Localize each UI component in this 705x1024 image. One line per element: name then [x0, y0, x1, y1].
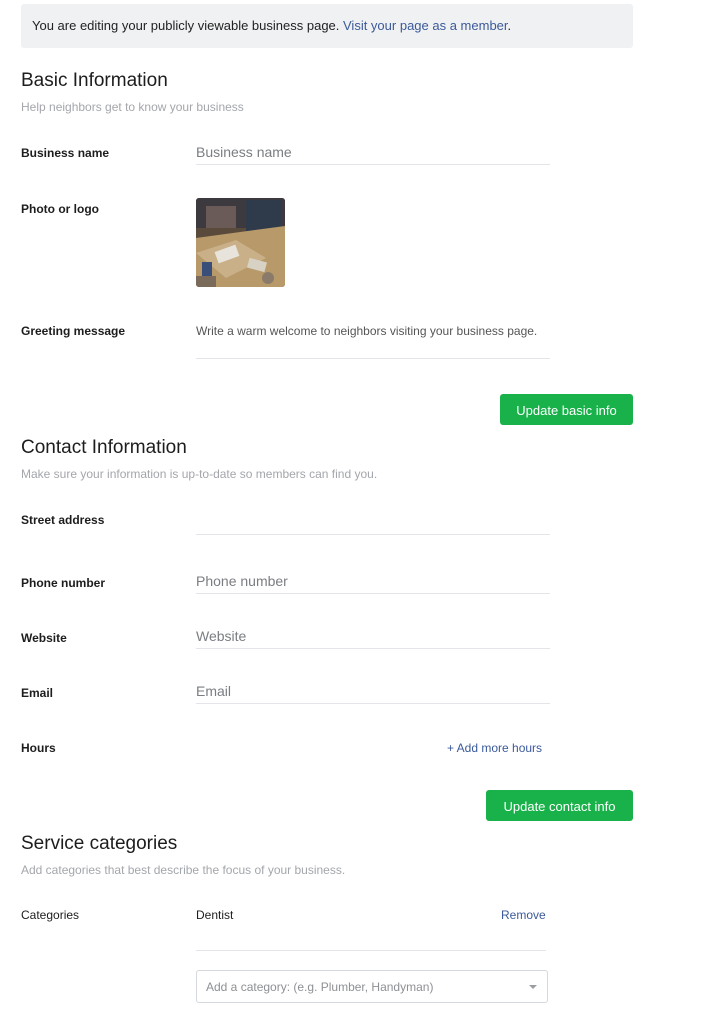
email-input[interactable] [196, 683, 550, 704]
photo-thumbnail-image [196, 198, 285, 287]
category-item-name: Dentist [196, 908, 234, 922]
remove-category-link[interactable]: Remove [501, 908, 546, 922]
categories-label: Categories [21, 908, 80, 922]
add-more-hours-link[interactable]: + Add more hours [447, 741, 542, 755]
edit-notice-banner: You are editing your publicly viewable b… [21, 4, 633, 48]
greeting-message-label: Greeting message [21, 324, 126, 338]
website-input[interactable] [196, 628, 550, 649]
basic-info-title: Basic Information [21, 70, 168, 91]
edit-notice-suffix: . [507, 18, 512, 33]
add-category-placeholder: Add a category: (e.g. Plumber, Handyman) [206, 980, 434, 994]
edit-notice-text: You are editing your publicly viewable b… [32, 18, 511, 33]
contact-info-title: Contact Information [21, 437, 187, 458]
service-categories-subtitle: Add categories that best describe the fo… [21, 863, 346, 877]
phone-number-input[interactable] [196, 573, 550, 594]
phone-number-label: Phone number [21, 576, 106, 590]
chevron-down-icon [529, 985, 537, 989]
hours-label: Hours [21, 741, 56, 755]
business-photo[interactable] [196, 198, 285, 287]
category-divider [196, 950, 546, 951]
website-label: Website [21, 631, 67, 645]
street-address-input[interactable] [196, 512, 550, 535]
service-categories-title: Service categories [21, 833, 178, 854]
business-name-label: Business name [21, 146, 110, 160]
photo-logo-label: Photo or logo [21, 202, 99, 216]
contact-info-subtitle: Make sure your information is up-to-date… [21, 467, 378, 481]
street-address-label: Street address [21, 513, 105, 527]
add-category-select[interactable]: Add a category: (e.g. Plumber, Handyman) [196, 970, 548, 1003]
email-label: Email [21, 686, 54, 700]
business-name-input[interactable] [196, 144, 550, 165]
greeting-message-textarea[interactable] [196, 322, 550, 359]
update-contact-info-button[interactable]: Update contact info [486, 790, 633, 821]
basic-info-subtitle: Help neighbors get to know your business [21, 100, 244, 114]
visit-page-link[interactable]: Visit your page as a member [343, 18, 508, 33]
update-basic-info-button[interactable]: Update basic info [500, 394, 633, 425]
edit-notice-message: You are editing your publicly viewable b… [32, 18, 343, 33]
